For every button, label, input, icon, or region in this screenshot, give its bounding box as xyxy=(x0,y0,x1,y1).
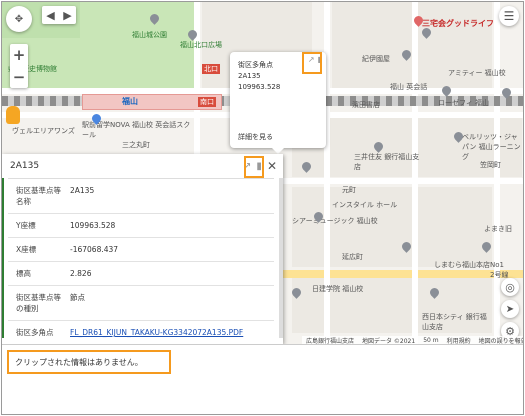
popup-clip-highlight xyxy=(302,52,322,74)
row-key: 街区基準点等の種別 xyxy=(16,293,61,313)
panel-accent-bar xyxy=(2,178,4,338)
report-error-link[interactable]: 地図の誤りを報告する xyxy=(479,336,523,345)
pdf-link[interactable]: FL_DR61_KIJUN_TAKAKU-KG3342072A135.PDF xyxy=(66,321,274,344)
map-label-shimamura: しまむら福山本店No1 xyxy=(434,261,504,269)
app-frame: 福山城公園 県立歴史博物館 福山北口広場 北口 南口 福山 駅前留学NOVA 福… xyxy=(1,1,524,415)
close-icon[interactable]: ✕ xyxy=(267,159,277,173)
popup-y-value: 109963.528 xyxy=(238,83,281,91)
table-row: 標高 2.826 xyxy=(8,262,274,286)
attribution-place: 広島銀行福山支店 xyxy=(306,337,355,345)
panel-title: 2A135 xyxy=(10,161,40,171)
attribution-mapdata: 地図データ ©2021 xyxy=(362,337,416,345)
map-label-kitaguchi: 北口 xyxy=(202,64,220,74)
map-label-yoshiten: よまき旧 xyxy=(484,225,512,233)
map-label-minamiguchi: 南口 xyxy=(198,97,216,107)
panel-scrollbar[interactable] xyxy=(279,178,283,338)
map-label-inshow: インスタイル ホール xyxy=(332,201,398,209)
row-value: 2.826 xyxy=(70,269,92,278)
locate-icon[interactable]: ◎ xyxy=(501,278,519,296)
road xyxy=(494,2,500,344)
forward-arrow-icon[interactable]: ▶ xyxy=(63,9,71,22)
map-label-kasaoka: 笠岡町 xyxy=(480,161,501,169)
popup-more-link[interactable]: 詳細を見る xyxy=(238,132,273,143)
map-label-amity: アミティー 福山校 xyxy=(448,69,506,77)
back-arrow-icon[interactable]: ◀ xyxy=(46,9,54,22)
road xyxy=(412,2,418,344)
table-row: X座標 -167068.437 xyxy=(8,238,274,262)
row-key: 街区多角点 xyxy=(16,328,54,337)
zoom-out-button[interactable]: − xyxy=(13,66,26,88)
terms-link[interactable]: 利用規約 xyxy=(447,336,471,345)
map-label-elizabeth: ヴェルエリアワンズ xyxy=(12,127,75,135)
row-key: 標高 xyxy=(16,269,31,278)
zoom-control[interactable]: + − xyxy=(10,44,28,88)
map-label-nobiru: 延広町 xyxy=(342,253,363,261)
map-label-kinokuni: 紀伊國屋 xyxy=(362,55,390,63)
table-row: 街区基準点等名称 2A135 xyxy=(8,179,274,214)
row-key: 街区基準点等名称 xyxy=(16,186,61,206)
map-label-sunri: 三宅会グッドライフ xyxy=(422,19,494,28)
map-label-nikken: 日建学院 福山校 xyxy=(312,285,364,293)
attribute-table: 街区基準点等名称 2A135 Y座標 109963.528 X座標 -16706… xyxy=(8,178,274,344)
map-label-hamada: 濱田書店 xyxy=(352,101,380,109)
attribute-panel: 2A135 ↗ ▮ ✕ 街区基準点等名称 2A135 Y座標 109963.52… xyxy=(2,154,283,344)
map-label-perry: ベルリッツ・ジャパン 福山ラーニング xyxy=(462,133,521,161)
panel-clip-highlight xyxy=(244,156,264,178)
map-canvas[interactable]: 福山城公園 県立歴史博物館 福山北口広場 北口 南口 福山 駅前留学NOVA 福… xyxy=(2,2,523,344)
map-label-castle: 福山城公園 xyxy=(132,31,167,39)
map-label-yamamoto: 福山 英会話 xyxy=(390,83,428,91)
pan-control-icon[interactable]: ✥ xyxy=(6,6,32,32)
row-key: X座標 xyxy=(16,245,37,254)
map-label-nova: 駅前留学NOVA 福山校 英会話スクール xyxy=(82,121,191,139)
history-arrows[interactable]: ◀ ▶ xyxy=(42,6,76,24)
map-label-sannomaru: 三之丸町 xyxy=(122,141,150,149)
zoom-in-button[interactable]: + xyxy=(13,44,26,66)
map-block xyxy=(292,187,492,267)
row-value: 2A135 xyxy=(70,186,95,195)
menu-icon[interactable]: ☰ xyxy=(499,6,519,26)
map-label-sanwa: 三井住友 銀行福山支店 xyxy=(354,153,420,171)
clip-area: クリップされた情報はありません。 xyxy=(2,344,523,414)
table-row: 街区基準点等の種別 節点 xyxy=(8,286,274,321)
map-label-rozef: ローゼフィ 福山 xyxy=(438,99,490,107)
scale-label: 50 m xyxy=(423,336,439,344)
row-value: 節点 xyxy=(70,293,85,302)
map-attribution: 広島銀行福山支店 地図データ ©2021 50 m 利用規約 地図の誤りを報告す… xyxy=(302,336,523,344)
map-label-nishinihon: 西日本シティ 銀行福山支店 xyxy=(422,313,487,331)
map-label-cinema: シアーミュージック 福山校 xyxy=(292,217,378,225)
no-clip-message: クリップされた情報はありません。 xyxy=(7,350,171,374)
row-value: 109963.528 xyxy=(70,221,116,230)
map-label-motomachi: 元町 xyxy=(342,186,356,194)
map-label-plaza: 福山北口広場 xyxy=(180,41,222,49)
street-view-pegman-icon[interactable] xyxy=(6,106,20,124)
table-row: Y座標 109963.528 xyxy=(8,214,274,238)
row-value: -167068.437 xyxy=(70,245,119,254)
compass-icon[interactable]: ➤ xyxy=(501,300,519,318)
row-key: Y座標 xyxy=(16,221,36,230)
table-row: 街区多角点 FL_DR61_KIJUN_TAKAKU-KG3342072A135… xyxy=(8,321,274,344)
map-label-station: 福山 xyxy=(122,97,138,106)
